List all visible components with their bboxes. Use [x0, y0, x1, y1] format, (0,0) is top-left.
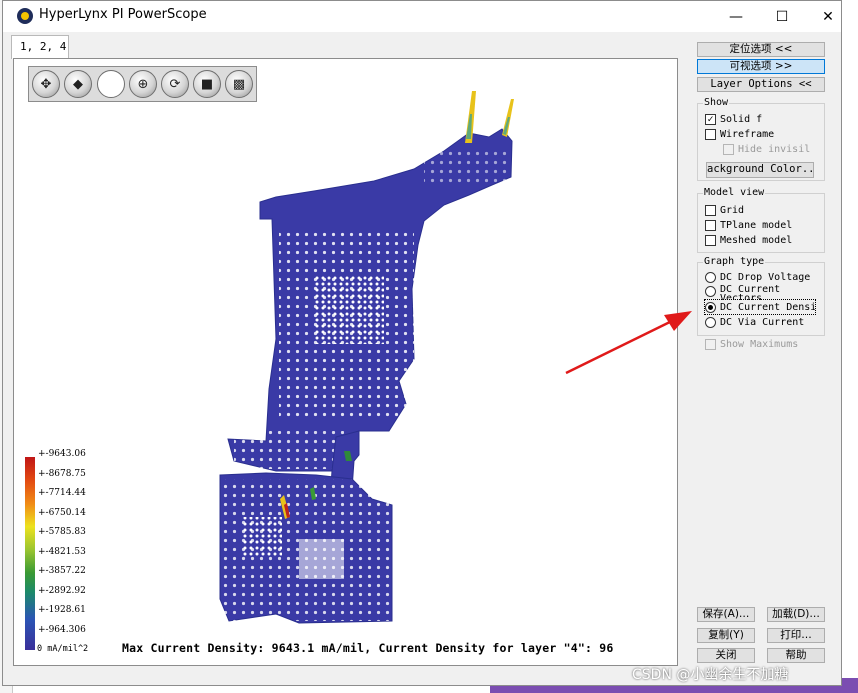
meshed-model-checkbox[interactable]: Meshed model	[705, 233, 823, 247]
stop-icon[interactable]: ■	[193, 70, 221, 98]
lower-copper-plane	[219, 472, 393, 624]
print-button[interactable]: 打印…	[767, 628, 825, 643]
tab-layers[interactable]: 1, 2, 4	[11, 35, 69, 59]
color-legend-bar	[25, 457, 35, 650]
rotate-icon[interactable]: ⟳	[161, 70, 189, 98]
visual-options-button[interactable]: 可视选项 >>	[697, 59, 825, 74]
view-toolbar: ✥ ◆ ⊕ ⟳ ■ ▩	[28, 66, 257, 102]
radio-dc-current-vectors[interactable]: DC Current Vectors	[705, 285, 815, 300]
graph-type-title: Graph type	[703, 256, 766, 267]
tplane-model-checkbox[interactable]: TPlane model	[705, 218, 823, 232]
pan-icon[interactable]: ✥	[32, 70, 60, 98]
minimize-icon[interactable]: —	[713, 1, 759, 32]
copy-button[interactable]: 复制(Y)	[697, 628, 755, 643]
radio-dc-current-density[interactable]: DC Current Densi	[704, 299, 816, 315]
close-button[interactable]: 关闭	[697, 648, 755, 663]
wireframe-checkbox[interactable]: Wireframe	[705, 127, 823, 141]
model-view-title: Model view	[703, 187, 766, 198]
legend-label: +-5785.83	[38, 527, 86, 537]
close-icon[interactable]: ✕	[805, 1, 851, 32]
help-button[interactable]: 帮助	[767, 648, 825, 663]
legend-label: +-1928.61	[38, 605, 86, 615]
legend-label: +-964.306	[38, 625, 86, 635]
watermark: CSDN @小幽余生不加糖	[632, 667, 789, 683]
grid-checkbox[interactable]: Grid	[705, 203, 823, 217]
move-icon[interactable]: ◆	[64, 70, 92, 98]
show-maximums-checkbox[interactable]: Show Maximums	[705, 337, 823, 351]
status-line: Max Current Density: 9643.1 mA/mil, Curr…	[122, 641, 614, 655]
legend-label: +-2892.92	[38, 586, 86, 596]
desktop-background-right	[843, 0, 858, 693]
title-bar[interactable]: HyperLynx PI PowerScope — ☐ ✕	[3, 1, 841, 32]
maximize-icon[interactable]: ☐	[759, 1, 805, 32]
legend-unit-label: 0 mA/mil^2	[37, 644, 89, 654]
app-icon	[17, 8, 33, 24]
solid-check-icon: ✓	[705, 113, 716, 125]
fit-icon[interactable]: ▩	[225, 70, 253, 98]
legend-label: +-3857.22	[38, 566, 86, 576]
show-group-title: Show	[703, 97, 730, 108]
location-options-button[interactable]: 定位选项 <<	[697, 42, 825, 57]
save-button[interactable]: 保存(A)…	[697, 607, 755, 622]
hide-invisible-checkbox[interactable]: Hide invisil	[723, 142, 823, 156]
radio-dc-drop-voltage[interactable]: DC Drop Voltage	[705, 270, 815, 284]
legend-label: +-6750.14	[38, 508, 86, 518]
window-title: HyperLynx PI PowerScope	[39, 7, 207, 22]
solid-checkbox[interactable]: ✓ Solid f	[705, 112, 823, 126]
legend-label: +-7714.44	[38, 488, 86, 498]
radio-dc-via-current[interactable]: DC Via Current	[705, 315, 815, 329]
red-arrow-annotation	[565, 311, 692, 375]
load-button[interactable]: 加载(D)…	[767, 607, 825, 622]
background-color-button[interactable]: ackground Color..	[706, 162, 814, 178]
layer-options-button[interactable]: Layer Options <<	[697, 77, 825, 92]
legend-label: +-4821.53	[38, 547, 86, 557]
upper-copper-plane	[227, 91, 514, 472]
zoom-icon[interactable]	[97, 70, 125, 98]
legend-label: +-8678.75	[38, 469, 86, 479]
legend-label: +-9643.06	[38, 449, 86, 459]
target-icon[interactable]: ⊕	[129, 70, 157, 98]
